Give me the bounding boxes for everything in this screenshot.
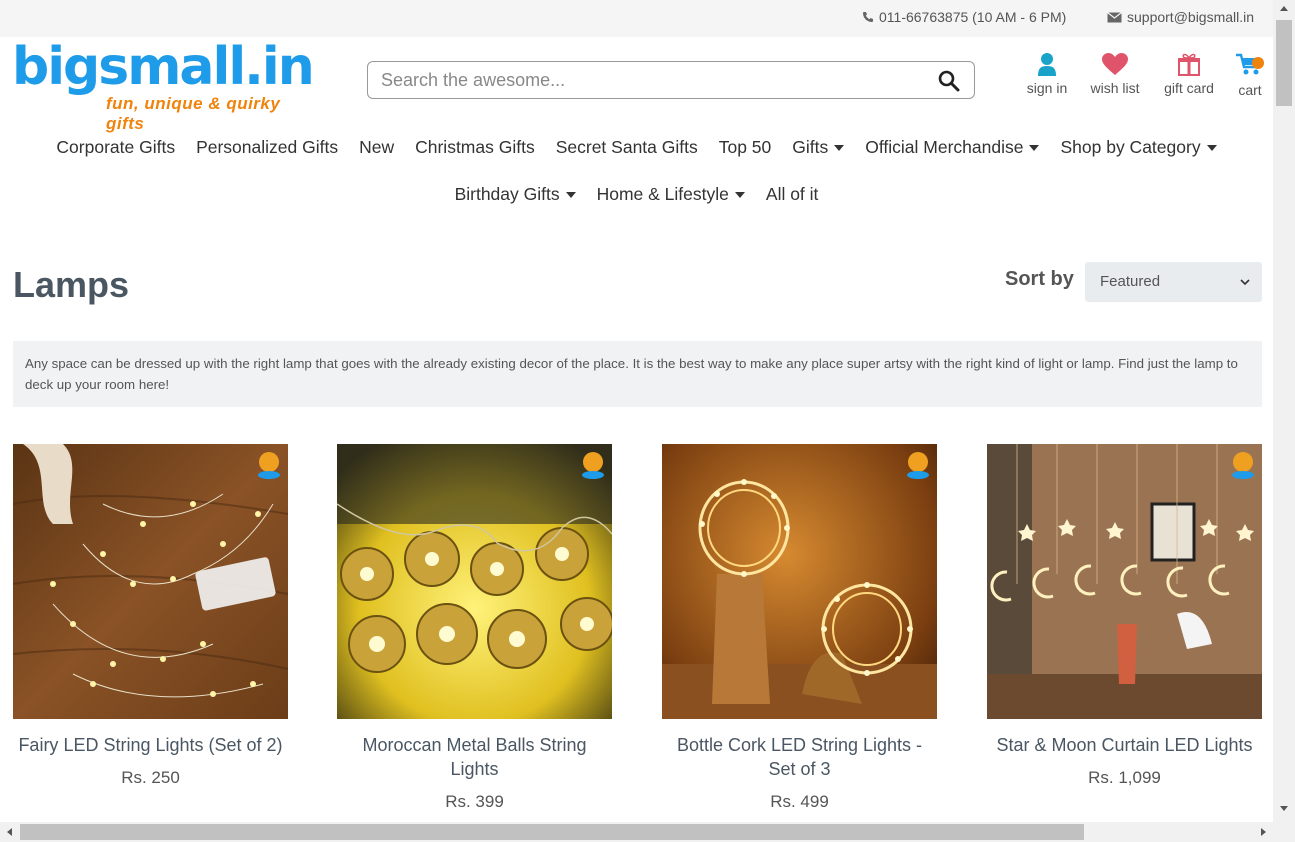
search-input[interactable] bbox=[381, 68, 921, 92]
product-price: Rs. 250 bbox=[121, 768, 180, 787]
product-price: Rs. 399 bbox=[445, 792, 504, 811]
product-image[interactable] bbox=[13, 444, 288, 719]
category-description: Any space can be dressed up with the rig… bbox=[13, 341, 1262, 407]
caret-down-icon bbox=[1206, 144, 1217, 151]
nav-christmas-gifts[interactable]: Christmas Gifts bbox=[415, 137, 535, 158]
envelope-icon bbox=[1107, 11, 1122, 22]
product-card[interactable]: Fairy LED String Lights (Set of 2) Rs. 2… bbox=[13, 444, 288, 788]
nav-birthday-gifts-dropdown[interactable]: Birthday Gifts bbox=[455, 184, 576, 205]
sign-in-label: sign in bbox=[1026, 80, 1068, 96]
search-bar bbox=[367, 61, 975, 99]
scroll-down-icon[interactable] bbox=[1280, 806, 1288, 811]
cart-icon bbox=[1236, 53, 1264, 75]
nav-label: Christmas Gifts bbox=[415, 137, 535, 157]
sort-by-label: Sort by bbox=[1005, 268, 1074, 290]
nav-home-lifestyle-dropdown[interactable]: Home & Lifestyle bbox=[597, 184, 745, 205]
brand-badge-icon bbox=[582, 452, 604, 479]
caret-down-icon bbox=[565, 191, 576, 198]
product-card[interactable]: Moroccan Metal Balls String Lights Rs. 3… bbox=[337, 444, 612, 812]
user-icon bbox=[1038, 53, 1056, 76]
nav-label: Birthday Gifts bbox=[454, 184, 560, 204]
scroll-left-icon[interactable] bbox=[7, 828, 12, 836]
email-text: support@bigsmall.in bbox=[1127, 9, 1255, 25]
nav-top-50[interactable]: Top 50 bbox=[719, 137, 772, 158]
nav-secret-santa-gifts[interactable]: Secret Santa Gifts bbox=[556, 137, 698, 158]
product-card[interactable]: Bottle Cork LED String Lights - Set of 3… bbox=[662, 444, 937, 812]
brand-badge-icon bbox=[907, 452, 929, 479]
nav-label: Shop by Category bbox=[1060, 137, 1201, 157]
site-logo[interactable]: bigsmall.in fun, unique & quirky gifts bbox=[12, 37, 315, 133]
horizontal-scrollbar[interactable] bbox=[0, 822, 1273, 842]
product-name[interactable]: Bottle Cork LED String Lights - Set of 3 bbox=[662, 733, 937, 781]
gift-card-button[interactable]: gift card bbox=[1160, 52, 1218, 96]
nav-official-merchandise-dropdown[interactable]: Official Merchandise bbox=[865, 137, 1040, 158]
sort-select[interactable]: Featured bbox=[1085, 262, 1262, 302]
scroll-up-icon[interactable] bbox=[1280, 6, 1288, 11]
heart-icon bbox=[1102, 53, 1128, 75]
product-card[interactable]: Star & Moon Curtain LED Lights Rs. 1,099 bbox=[987, 444, 1262, 788]
nav-label: Top 50 bbox=[718, 137, 772, 157]
caret-down-icon bbox=[734, 191, 745, 198]
product-image[interactable] bbox=[987, 444, 1262, 719]
scroll-right-icon[interactable] bbox=[1261, 828, 1266, 836]
wish-list-label: wish list bbox=[1090, 80, 1140, 96]
product-name[interactable]: Moroccan Metal Balls String Lights bbox=[337, 733, 612, 781]
wish-list-button[interactable]: wish list bbox=[1086, 52, 1144, 96]
gift-icon bbox=[1178, 53, 1200, 76]
product-name[interactable]: Fairy LED String Lights (Set of 2) bbox=[13, 733, 288, 757]
product-price: Rs. 1,099 bbox=[1088, 768, 1161, 787]
cart-label: cart bbox=[1238, 82, 1262, 98]
nav-new[interactable]: New bbox=[359, 137, 394, 158]
nav-label: New bbox=[359, 137, 395, 157]
star-moon-curtain-photo bbox=[987, 444, 1262, 719]
nav-label: Personalized Gifts bbox=[196, 137, 339, 157]
sign-in-button[interactable]: sign in bbox=[1024, 52, 1070, 96]
phone-icon bbox=[863, 12, 873, 22]
product-price: Rs. 499 bbox=[770, 792, 829, 811]
nav-personalized-gifts[interactable]: Personalized Gifts bbox=[196, 137, 338, 158]
nav-row-secondary: Birthday Gifts Home & Lifestyle All of i… bbox=[0, 171, 1273, 218]
site-header: bigsmall.in fun, unique & quirky gifts s… bbox=[0, 37, 1273, 133]
logo-brand-text: bigsmall.in bbox=[12, 37, 315, 97]
top-contact-bar: 011-66763875 (10 AM - 6 PM) support@bigs… bbox=[0, 0, 1273, 37]
brand-badge-icon bbox=[1232, 452, 1254, 479]
search-icon[interactable] bbox=[938, 70, 960, 92]
nav-label: Secret Santa Gifts bbox=[555, 137, 698, 157]
phone-text: 011-66763875 (10 AM - 6 PM) bbox=[879, 9, 1067, 25]
fairy-lights-photo bbox=[13, 444, 288, 719]
brand-badge-icon bbox=[258, 452, 280, 479]
phone-contact[interactable]: 011-66763875 (10 AM - 6 PM) bbox=[862, 9, 1066, 25]
nav-row-primary: Corporate Gifts Personalized Gifts New C… bbox=[0, 124, 1273, 171]
email-contact[interactable]: support@bigsmall.in bbox=[1107, 9, 1254, 25]
nav-label: Official Merchandise bbox=[865, 137, 1024, 157]
nav-label: Corporate Gifts bbox=[56, 137, 176, 157]
nav-label: Home & Lifestyle bbox=[596, 184, 729, 204]
vertical-scrollbar[interactable] bbox=[1273, 0, 1295, 822]
bottle-cork-lights-photo bbox=[662, 444, 937, 719]
nav-gifts-dropdown[interactable]: Gifts bbox=[792, 137, 845, 158]
chevron-down-icon bbox=[1240, 279, 1250, 286]
main-navigation: Corporate Gifts Personalized Gifts New C… bbox=[0, 124, 1273, 218]
product-name[interactable]: Star & Moon Curtain LED Lights bbox=[987, 733, 1262, 757]
nav-label: All of it bbox=[765, 184, 819, 204]
product-image[interactable] bbox=[337, 444, 612, 719]
product-image[interactable] bbox=[662, 444, 937, 719]
vertical-scroll-thumb[interactable] bbox=[1276, 20, 1292, 106]
moroccan-balls-photo bbox=[337, 444, 612, 719]
caret-down-icon bbox=[1029, 144, 1040, 151]
gift-card-label: gift card bbox=[1164, 80, 1214, 96]
nav-shop-by-category-dropdown[interactable]: Shop by Category bbox=[1060, 137, 1217, 158]
cart-button[interactable]: cart bbox=[1232, 52, 1268, 98]
page-title: Lamps bbox=[13, 264, 130, 305]
horizontal-scroll-thumb[interactable] bbox=[20, 824, 1084, 840]
scrollbar-corner bbox=[1273, 822, 1295, 842]
nav-label: Gifts bbox=[792, 137, 829, 157]
nav-corporate-gifts[interactable]: Corporate Gifts bbox=[56, 137, 175, 158]
caret-down-icon bbox=[834, 144, 845, 151]
sort-selected-value: Featured bbox=[1100, 273, 1161, 290]
nav-all-of-it[interactable]: All of it bbox=[766, 184, 819, 205]
